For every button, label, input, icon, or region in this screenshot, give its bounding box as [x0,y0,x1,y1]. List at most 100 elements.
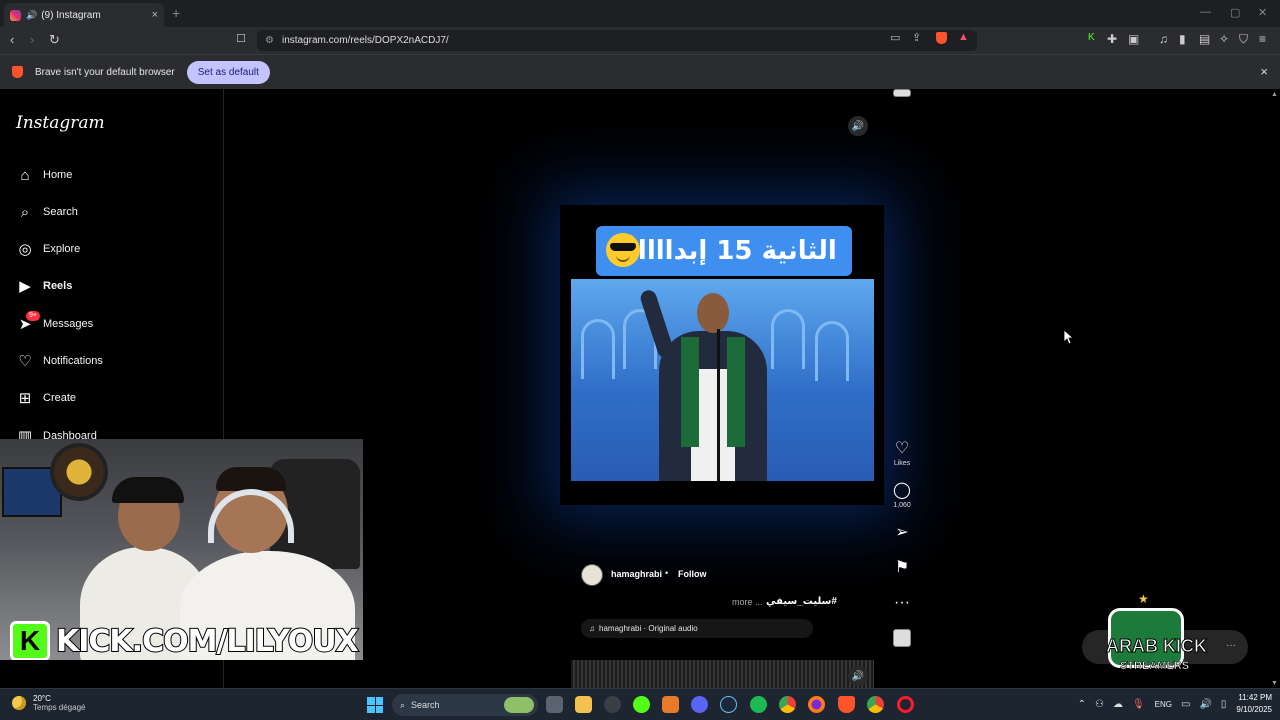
kick-logo-icon: K [10,621,50,660]
compass-icon: ◎ [18,241,32,258]
infobar-message: Brave isn't your default browser [35,66,175,78]
sidebar-item-home[interactable]: ⌂ Home [16,163,72,187]
minimize-icon[interactable]: — [1200,6,1211,18]
menu-icon[interactable]: ≡ [1259,32,1266,46]
like-button[interactable]: ♡ Likes [890,440,914,467]
wallet-icon[interactable]: ▤ [1199,32,1210,46]
media-icon[interactable]: ♫ [1159,32,1168,46]
extensions-icon[interactable]: ✚ [1107,32,1117,46]
music-note-icon: ♫ [589,624,595,633]
kick-channel-banner: K KICK.COM/LILYOUX [10,619,360,660]
reload-icon[interactable]: ↻ [49,32,60,48]
site-settings-icon[interactable]: ⚙ [265,35,274,46]
caption-more-link[interactable]: more ... [732,597,763,607]
messages-badge: 9+ [26,311,40,321]
sidebar-item-explore[interactable]: ◎ Explore [16,237,80,261]
steam-icon[interactable] [720,696,737,713]
sidebar-icon[interactable]: ▮ [1179,32,1186,46]
instagram-logo[interactable]: Instagram [16,113,105,133]
kick-extension-icon[interactable]: K [1088,32,1095,43]
comment-button[interactable]: ◯ 1,060 [890,482,914,509]
follow-button[interactable]: Follow [678,569,707,579]
sidebar-item-create[interactable]: ⊞ Create [16,386,76,410]
obs-icon[interactable] [604,696,621,713]
weather-widget[interactable]: 20°C Temps dégagé [12,694,85,712]
share-button[interactable]: ➢ [890,524,914,542]
chevron-up-icon[interactable]: ⌃ [1078,699,1086,710]
microphone-icon[interactable]: 🎙 [1132,699,1145,710]
search-icon: ⌕ [20,203,30,221]
volume-icon[interactable]: 🔊 [1199,699,1211,710]
more-horizontal-icon: ··· [1226,640,1236,651]
firefox-icon[interactable] [808,696,825,713]
battery-saver-icon[interactable]: ⚇ [1095,699,1104,710]
scroll-up-icon[interactable]: ▲ [1271,91,1278,98]
onedrive-icon[interactable]: ☁ [1113,699,1123,710]
reel-audio-thumb[interactable] [893,629,911,647]
forward-icon[interactable]: › [30,32,34,47]
sidebar-item-search[interactable]: ⌕ Search [16,200,78,224]
share-icon[interactable]: ⇪ [912,31,921,44]
previous-reel-audio-thumb[interactable] [893,89,911,97]
more-horizontal-icon: ··· [894,594,910,611]
webcam-wall-emblem [50,443,108,501]
author-avatar[interactable] [581,564,603,586]
language-indicator[interactable]: ENG [1155,700,1172,709]
start-button[interactable] [367,697,383,713]
set-as-default-button[interactable]: Set as default [186,60,270,84]
taskbar-search[interactable]: ⌕ Search [392,694,538,716]
new-tab-button[interactable]: + [172,5,180,21]
next-reel-preview[interactable] [571,660,874,688]
sidebar-item-notifications[interactable]: ♡ Notifications [16,349,103,373]
more-options-button[interactable]: ··· [890,594,914,612]
save-button[interactable]: ⚑ [890,559,914,577]
file-explorer-icon[interactable] [575,696,592,713]
address-bar[interactable]: ⚙ instagram.com/reels/DOPX2nACDJ7/ [257,30,977,51]
background-arch [581,319,615,379]
infobar-close-icon[interactable]: × [1260,64,1268,79]
mouse-cursor-icon [1064,330,1074,344]
speaker-head [697,293,729,333]
opera-icon[interactable] [897,696,914,713]
brave-shields-icon[interactable] [936,32,947,44]
task-view-icon[interactable] [546,696,563,713]
brave-rewards-icon[interactable]: ▲ [958,31,969,43]
chrome-icon[interactable] [779,696,796,713]
window-close-icon[interactable]: ✕ [1258,6,1267,19]
tab-search-icon[interactable]: ▣ [1128,32,1139,46]
sidebar-item-reels[interactable]: ▶ Reels [16,274,72,298]
instagram-favicon-icon [10,9,21,21]
bookmark-icon[interactable]: ☐ [236,32,246,45]
vlc-icon[interactable] [662,696,679,713]
network-icon[interactable]: ▭ [1181,699,1190,710]
webcam-overlay: K KICK.COM/LILYOUX [0,439,363,660]
sidebar-item-messages[interactable]: ➤ 9+ Messages [16,311,93,336]
discord-icon[interactable] [691,696,708,713]
star-icon: ★ [1138,592,1149,606]
tab-close-icon[interactable]: × [152,9,158,21]
brave-icon[interactable] [838,696,855,713]
microphone-stand [717,329,720,481]
back-icon[interactable]: ‹ [10,32,14,47]
vpn-icon[interactable]: ⛉ [1239,32,1248,47]
search-highlight-icon [504,697,534,713]
plus-square-icon: ⊞ [18,390,32,407]
spotify-icon[interactable] [750,696,767,713]
tab-instagram[interactable]: 🔊 (9) Instagram × [4,3,164,27]
caption-hashtag[interactable]: #سليت_سيفي [766,596,837,607]
mute-icon[interactable]: 🔊 [848,666,868,686]
battery-icon[interactable]: ▯ [1221,699,1227,710]
chrome-profile-icon[interactable] [867,696,884,713]
scroll-down-icon[interactable]: ▼ [1271,680,1278,687]
speaker-icon[interactable]: 🔊 [26,10,37,21]
author-username[interactable]: hamaghrabi [611,569,662,579]
page-scrollbar[interactable]: ▲ ▼ [1270,89,1280,689]
clock[interactable]: 11:42 PM 9/10/2025 [1236,692,1272,716]
cast-icon[interactable]: ▭ [890,31,900,44]
mute-icon[interactable]: 🔊 [848,116,868,136]
maximize-icon[interactable]: ▢ [1230,6,1240,19]
author-separator: • [665,568,669,578]
original-audio-link[interactable]: ♫ hamaghrabi · Original audio [581,619,813,638]
leo-ai-icon[interactable]: ✧ [1219,32,1229,46]
kick-app-icon[interactable] [633,696,650,713]
